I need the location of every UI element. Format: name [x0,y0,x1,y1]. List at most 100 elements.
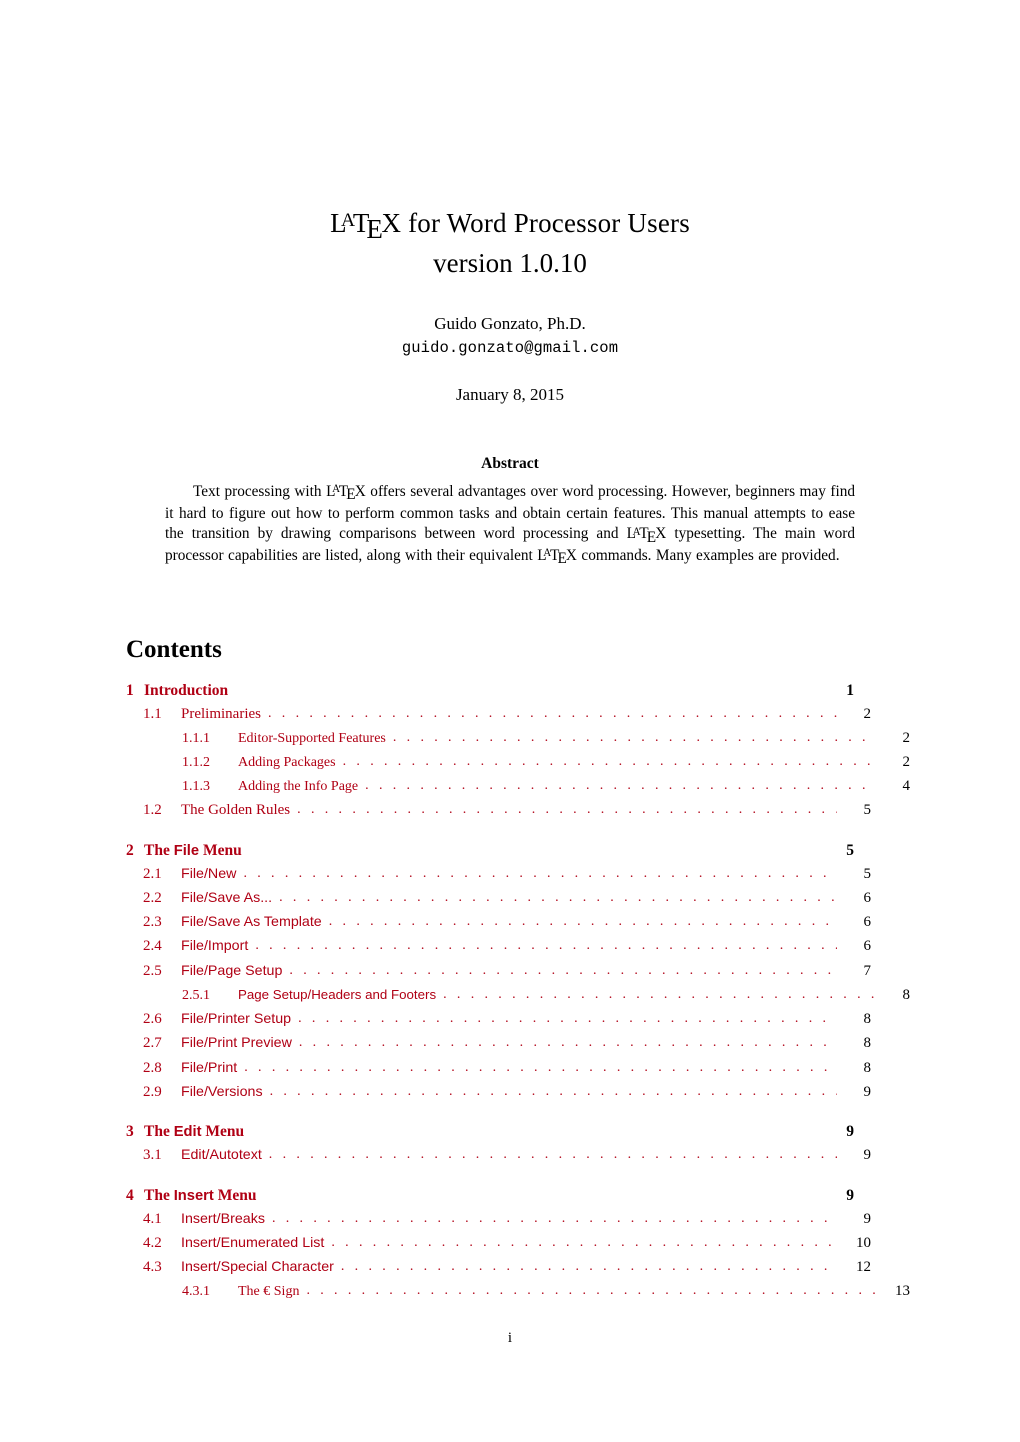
toc-title-suffix: Menu [199,841,242,859]
toc-entry-page: 9 [846,1186,854,1204]
toc-entry[interactable]: 2.9 File/Versions . . . . . . . . . . . . … [126,1084,871,1108]
toc-entry[interactable]: 2.2 File/Save As... . . . . . . . . . . . … [126,890,871,914]
toc-entry-title: Adding the Info Page [238,779,359,795]
latex-logo: LATEX [537,546,577,568]
toc-entry-number: 1.1.2 [182,755,210,771]
toc-entry[interactable]: 4.2 Insert/Enumerated List . . . . . . . .… [126,1235,871,1259]
toc-entry[interactable]: 3.1 Edit/Autotext . . . . . . . . . . . . … [126,1147,871,1171]
toc-entry[interactable]: 2.5.1 Page Setup/Headers and Footers . . .… [126,987,910,1011]
toc-dot-leader: . . . . . . . . . . . . . . . . . . . . … [340,1259,837,1275]
toc-entry-title: The Edit Menu [144,1123,251,1141]
toc-dot-leader: . . . . . . . . . . . . . . . . . . . . … [271,1210,837,1226]
toc-entry-page: 5 [863,865,872,882]
toc-title-prefix: The [144,1123,174,1141]
toc-entry-title: File/Print [181,1059,238,1076]
toc-title-prefix: The [144,841,174,859]
toc-entry-number: 2.8 [143,1059,162,1076]
toc-entry-number: 2 [126,841,134,859]
toc-entry-page: 10 [856,1234,871,1251]
abstract-text-1: Text processing with [193,483,327,500]
document-title: LATEX for Word Processor Users [0,205,1020,245]
toc-entry-page: 6 [863,938,872,955]
toc-entry-title: File/Printer Setup [181,1011,292,1028]
toc-title-suffix: Menu [201,1123,245,1141]
toc-entry-page: 9 [863,1147,872,1164]
toc-entry-title: File/Versions [181,1083,263,1100]
toc-entry[interactable]: 2.4 File/Import . . . . . . . . . . . . . … [126,938,871,962]
author-name: Guido Gonzato, Ph.D. [434,314,586,333]
toc-entry[interactable]: 1Introduction. . . . . . . . . . . . . .… [126,682,854,706]
toc-entry-title: Insert/Special Character [181,1259,334,1276]
toc-entry[interactable]: 1.2 The Golden Rules . . . . . . . . . . .… [126,802,871,826]
toc-entry-title: Introduction [144,682,229,699]
toc-entry-page: 5 [863,802,872,819]
author-email: guido.gonzato@gmail.com [401,339,619,357]
document-title-rest: for Word Processor Users [401,208,690,238]
toc-dot-leader: . . . . . . . . . . . . . . . . . . . . … [244,1059,837,1075]
toc-entry-page: 6 [863,889,872,906]
toc-entry-title: Page Setup/Headers and Footers [238,987,437,1003]
toc-title-prefix: The [144,1186,174,1204]
toc-entry-page: 4 [902,778,911,795]
toc-entry[interactable]: 4.1 Insert/Breaks . . . . . . . . . . . . … [126,1211,871,1235]
toc-entry[interactable]: 2.6 File/Printer Setup . . . . . . . . . .… [126,1011,871,1035]
author-block: Guido Gonzato, Ph.D. guido.gonzato@gmail… [0,312,1020,360]
latex-logo: LATEX [326,483,366,504]
toc-dot-leader: . . . . . . . . . . . . . . . . . . . . … [279,889,837,905]
table-of-contents: 1 Introduction . . . . . . . . . . . . . .… [126,682,910,1307]
abstract-heading: Abstract [481,455,539,472]
toc-dot-leader: . . . . . . . . . . . . . . . . . . . . … [269,1083,837,1099]
contents-heading: Contents [126,636,222,663]
toc-entry-page: 9 [846,1123,854,1141]
toc-entry-title: The € Sign [238,1284,300,1300]
title-block: LATEX for Word Processor Users version 1… [0,205,1020,282]
toc-entry-page: 7 [863,962,872,979]
toc-entry[interactable]: 3The Edit Menu. . . . . . . . . . . . . … [126,1123,854,1147]
toc-dot-leader: . . . . . . . . . . . . . . . . . . . . … [342,754,876,770]
toc-entry-page: 8 [863,1059,872,1076]
toc-entry[interactable]: 2.1 File/New . . . . . . . . . . . . . . .… [126,866,871,890]
toc-entry-title: File/New [181,865,237,882]
toc-entry[interactable]: 2The File Menu. . . . . . . . . . . . . … [126,842,854,866]
toc-dot-leader: . . . . . . . . . . . . . . . . . . . . … [289,962,837,978]
toc-entry[interactable]: 2.7 File/Print Preview . . . . . . . . . .… [126,1035,871,1059]
toc-entry-number: 2.2 [143,889,162,906]
toc-entry[interactable]: 4.3 Insert/Special Character . . . . . . .… [126,1259,871,1283]
toc-entry-number: 2.5 [143,962,162,979]
toc-entry-title: File/Save As Template [181,914,322,931]
abstract-section: Abstract Text processing with LATEX offe… [165,455,855,567]
toc-dot-leader: . . . . . . . . . . . . . . . . . . . . … [298,1035,837,1051]
document-date: January 8, 2015 [455,385,565,404]
toc-entry[interactable]: 2.8 File/Print . . . . . . . . . . . . . .… [126,1060,871,1084]
toc-entry-title: The Golden Rules [181,802,291,819]
toc-entry-number: 4.3.1 [182,1284,210,1300]
toc-dot-leader: . . . . . . . . . . . . . . . . . . . . … [392,730,876,746]
latex-logo: LATEX [626,525,667,546]
toc-entry[interactable]: 2.3 File/Save As Template . . . . . . . . … [126,914,871,938]
toc-entry[interactable]: 2.5 File/Page Setup . . . . . . . . . . . … [126,963,871,987]
toc-entry-number: 2.7 [143,1035,162,1052]
toc-entry-page: 13 [895,1283,910,1300]
toc-entry-title: The File Menu [144,842,249,860]
toc-entry-title: File/Print Preview [181,1035,292,1052]
toc-entry[interactable]: 1.1 Preliminaries . . . . . . . . . . . . … [126,706,871,730]
toc-entry[interactable]: 1.1.1 Editor-Supported Features . . . . . … [126,730,910,754]
document-subtitle: version 1.0.10 [433,248,587,278]
toc-entry[interactable]: 1.1.3 Adding the Info Page . . . . . . . .… [126,778,910,802]
toc-dot-leader: . . . . . . . . . . . . . . . . . . . . … [243,865,837,881]
toc-entry-number: 4.3 [143,1259,162,1276]
toc-title-menu-name: File [173,842,200,859]
toc-entry-number: 3 [126,1123,134,1141]
toc-dot-leader: . . . . . . . . . . . . . . . . . . . . … [365,778,876,794]
toc-entry-page: 2 [863,706,872,722]
toc-entry[interactable]: 4The Insert Menu. . . . . . . . . . . . … [126,1187,854,1211]
toc-entry-page: 1 [846,682,854,699]
abstract-body: Text processing with LATEX offers severa… [165,482,855,567]
toc-dot-leader: . . . . . . . . . . . . . . . . . . . . … [298,1011,837,1027]
toc-entry-number: 2.9 [143,1083,162,1100]
toc-entry[interactable]: 4.3.1 The € Sign . . . . . . . . . . . . .… [126,1283,910,1307]
toc-entry[interactable]: 1.1.2 Adding Packages . . . . . . . . . . … [126,754,910,778]
toc-entry-number: 1 [126,682,134,699]
toc-entry-number: 1.1 [143,706,162,722]
toc-entry-number: 4 [126,1186,134,1204]
